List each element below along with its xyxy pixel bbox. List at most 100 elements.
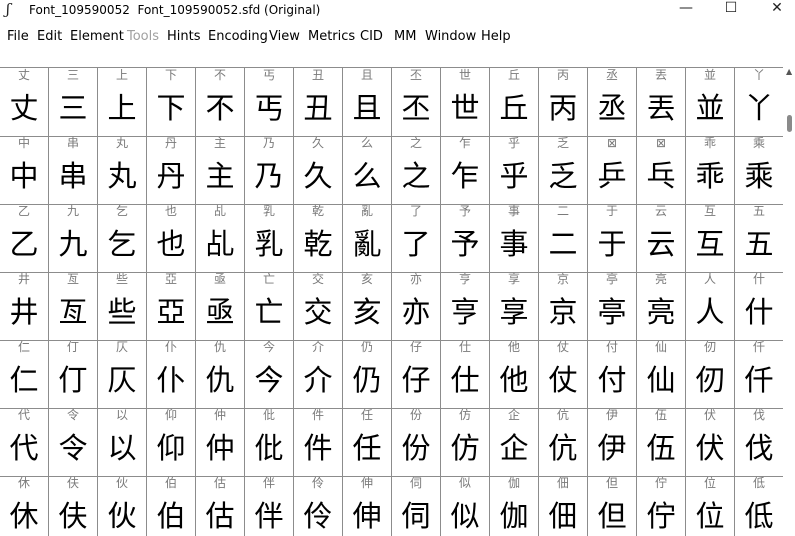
glyph-cell[interactable]: 乎乎 [490, 136, 539, 205]
glyph-cell[interactable]: 九九 [49, 204, 98, 273]
glyph-cell[interactable]: 仲仲 [196, 408, 245, 477]
glyph-cell[interactable]: 亭亭 [588, 272, 637, 341]
glyph-cell[interactable]: ⊠ 乓 [637, 136, 686, 205]
menu-window[interactable]: Window [425, 29, 476, 44]
menu-help[interactable]: Help [481, 29, 511, 44]
glyph-cell[interactable]: 伏伏 [686, 408, 735, 477]
glyph-cell[interactable]: 乞乞 [98, 204, 147, 273]
glyph-cell[interactable]: 互互 [686, 204, 735, 273]
glyph-cell[interactable]: 仄仄 [98, 340, 147, 409]
glyph-cell[interactable]: 仿仿 [441, 408, 490, 477]
glyph-cell[interactable]: 任任 [343, 408, 392, 477]
glyph-cell[interactable]: 伺伺 [392, 476, 441, 536]
glyph-cell[interactable]: ⊠ 乒 [588, 136, 637, 205]
glyph-cell[interactable]: 今今 [245, 340, 294, 409]
minimize-button[interactable]: — [663, 0, 709, 22]
glyph-cell[interactable]: 伙伙 [98, 476, 147, 536]
glyph-cell[interactable]: 仕仕 [441, 340, 490, 409]
glyph-cell[interactable]: 乖乖 [686, 136, 735, 205]
glyph-cell[interactable]: 享享 [490, 272, 539, 341]
glyph-cell[interactable]: 丹丹 [147, 136, 196, 205]
glyph-cell[interactable]: 不不 [196, 68, 245, 137]
glyph-cell[interactable]: 亥亥 [343, 272, 392, 341]
glyph-cell[interactable]: 事事 [490, 204, 539, 273]
glyph-cell[interactable]: 乩乩 [196, 204, 245, 273]
glyph-cell[interactable]: 伉伉 [539, 408, 588, 477]
glyph-cell[interactable]: 仍仍 [343, 340, 392, 409]
glyph-cell[interactable]: 予予 [441, 204, 490, 273]
glyph-cell[interactable]: 丫丫 [735, 68, 783, 137]
menu-encoding[interactable]: Encoding [208, 29, 268, 44]
glyph-cell[interactable]: 仔仔 [392, 340, 441, 409]
menu-hints[interactable]: Hints [167, 29, 201, 44]
glyph-cell[interactable]: 且且 [343, 68, 392, 137]
glyph-cell[interactable]: 伽伽 [490, 476, 539, 536]
glyph-cell[interactable]: 什什 [735, 272, 783, 341]
glyph-cell[interactable]: 佃佃 [539, 476, 588, 536]
glyph-cell[interactable]: 丞丞 [588, 68, 637, 137]
glyph-cell[interactable]: 之之 [392, 136, 441, 205]
glyph-cell[interactable]: 位位 [686, 476, 735, 536]
glyph-cell[interactable]: 低低 [735, 476, 783, 536]
scroll-up-arrow-icon[interactable]: ▲ [786, 67, 792, 76]
glyph-cell[interactable]: 介介 [294, 340, 343, 409]
glyph-cell[interactable]: 伐伐 [735, 408, 783, 477]
glyph-cell[interactable]: 于于 [588, 204, 637, 273]
glyph-cell[interactable]: 乍乍 [441, 136, 490, 205]
glyph-cell[interactable]: 主主 [196, 136, 245, 205]
glyph-cell[interactable]: 丈丈 [0, 68, 49, 137]
glyph-cell[interactable]: 仳仳 [245, 408, 294, 477]
glyph-cell[interactable]: 二二 [539, 204, 588, 273]
glyph-cell[interactable]: 中中 [0, 136, 49, 205]
glyph-cell[interactable]: 企企 [490, 408, 539, 477]
glyph-cell[interactable]: 仟仟 [735, 340, 783, 409]
glyph-cell[interactable]: 件件 [294, 408, 343, 477]
glyph-cell[interactable]: 代代 [0, 408, 49, 477]
glyph-cell[interactable]: 乳乳 [245, 204, 294, 273]
menu-edit[interactable]: Edit [37, 29, 62, 44]
glyph-cell[interactable]: 久久 [294, 136, 343, 205]
glyph-cell[interactable]: 付付 [588, 340, 637, 409]
glyph-cell[interactable]: 丘丘 [490, 68, 539, 137]
glyph-cell[interactable]: 仆仆 [147, 340, 196, 409]
close-button[interactable]: ✕ [754, 0, 795, 22]
menu-file[interactable]: File [7, 29, 29, 44]
glyph-cell[interactable]: 些些 [98, 272, 147, 341]
glyph-cell[interactable]: 伕伕 [49, 476, 98, 536]
glyph-cell[interactable]: 丟丟 [637, 68, 686, 137]
glyph-cell[interactable]: 休休 [0, 476, 49, 536]
glyph-cell[interactable]: 云云 [637, 204, 686, 273]
glyph-cell[interactable]: 伶伶 [294, 476, 343, 536]
glyph-cell[interactable]: 亙亙 [49, 272, 98, 341]
scroll-thumb[interactable] [787, 115, 792, 132]
menu-element[interactable]: Element [70, 29, 124, 44]
glyph-cell[interactable]: 估估 [196, 476, 245, 536]
glyph-cell[interactable]: 乏乏 [539, 136, 588, 205]
glyph-cell[interactable]: 也也 [147, 204, 196, 273]
glyph-cell[interactable]: 乙乙 [0, 204, 49, 273]
glyph-cell[interactable]: 亨亨 [441, 272, 490, 341]
menu-metrics[interactable]: Metrics [308, 29, 355, 44]
glyph-cell[interactable]: 亮亮 [637, 272, 686, 341]
maximize-button[interactable]: ☐ [708, 0, 754, 22]
glyph-cell[interactable]: 亦亦 [392, 272, 441, 341]
glyph-cell[interactable]: 串串 [49, 136, 98, 205]
menu-tools[interactable]: Tools [127, 29, 159, 44]
glyph-cell[interactable]: 丙丙 [539, 68, 588, 137]
glyph-cell[interactable]: 伴伴 [245, 476, 294, 536]
glyph-cell[interactable]: 亟亟 [196, 272, 245, 341]
glyph-cell[interactable]: 了了 [392, 204, 441, 273]
glyph-cell[interactable]: 伍伍 [637, 408, 686, 477]
glyph-cell[interactable]: 並並 [686, 68, 735, 137]
glyph-cell[interactable]: 佇佇 [637, 476, 686, 536]
glyph-cell[interactable]: 亡亡 [245, 272, 294, 341]
glyph-cell[interactable]: 以以 [98, 408, 147, 477]
glyph-cell[interactable]: 下下 [147, 68, 196, 137]
glyph-cell[interactable]: 仗仗 [539, 340, 588, 409]
glyph-cell[interactable]: 上上 [98, 68, 147, 137]
glyph-cell[interactable]: 仃仃 [49, 340, 98, 409]
glyph-cell[interactable]: 仙仙 [637, 340, 686, 409]
glyph-cell[interactable]: 仇仇 [196, 340, 245, 409]
glyph-cell[interactable]: 么么 [343, 136, 392, 205]
glyph-cell[interactable]: 仞仞 [686, 340, 735, 409]
